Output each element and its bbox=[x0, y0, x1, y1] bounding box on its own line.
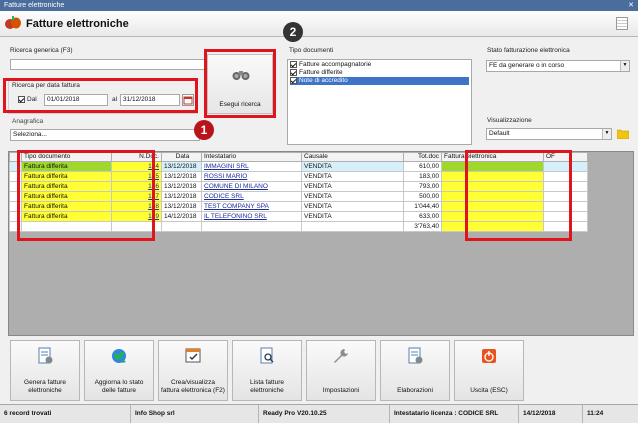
status-filter-select[interactable]: FE da generare o in corso ▼ bbox=[486, 60, 630, 72]
annotation-badge-2: 2 bbox=[283, 22, 303, 42]
doc-type-item[interactable]: Fatture accompagnatorie bbox=[290, 61, 469, 69]
view-label: Visualizzazione bbox=[487, 117, 532, 124]
cell-grand-total: 3'763,40 bbox=[403, 221, 442, 232]
cell-totale-documento: 500,00 bbox=[403, 191, 442, 202]
cell-totale-documento: 183,00 bbox=[403, 171, 442, 182]
cell-data: 14/12/2018 bbox=[161, 211, 202, 222]
window-titlebar: Fatture elettroniche ✕ bbox=[0, 0, 638, 11]
document-gear-icon bbox=[408, 347, 423, 364]
status-license: Intestatario licenza : CODICE SRL bbox=[389, 405, 498, 423]
window-title: Fatture elettroniche bbox=[4, 2, 65, 9]
cell-data: 13/12/2018 bbox=[161, 181, 202, 192]
cell-causale: VENDITA bbox=[301, 161, 404, 172]
status-company: Info Shop srl bbox=[130, 405, 175, 423]
wrench-icon bbox=[334, 349, 348, 363]
annotation-box-search-button bbox=[204, 49, 276, 118]
doc-type-item-selected[interactable]: Note di accredito bbox=[290, 77, 469, 85]
cell-causale: VENDITA bbox=[301, 211, 404, 222]
anagrafica-select[interactable]: Seleziona... bbox=[10, 129, 200, 141]
status-filter-value: FE da generare o in corso bbox=[489, 62, 565, 69]
toolbar-label: Impostazioni bbox=[322, 386, 360, 394]
chevron-down-icon[interactable]: ▼ bbox=[620, 61, 629, 71]
toolbar-label: Uscita (ESC) bbox=[470, 386, 508, 394]
doc-type-label: Fatture accompagnatorie bbox=[299, 61, 372, 69]
doc-type-label: Fatture differite bbox=[299, 69, 343, 77]
invoice-list-button[interactable]: Lista fatture elettroniche bbox=[232, 340, 302, 401]
cell-causale: VENDITA bbox=[301, 181, 404, 192]
view-value: Default bbox=[489, 130, 510, 137]
power-icon bbox=[482, 349, 496, 363]
cell-causale: VENDITA bbox=[301, 191, 404, 202]
col-totale-documento[interactable]: Tot.doc bbox=[403, 152, 442, 162]
generate-invoices-button[interactable]: Genera fatture elettroniche bbox=[10, 340, 80, 401]
annotation-box-date-search bbox=[3, 78, 198, 113]
cell-totale-documento: 1'044,40 bbox=[403, 201, 442, 212]
checkbox-checked-icon[interactable] bbox=[290, 77, 297, 84]
cell-totale-documento: 610,00 bbox=[403, 161, 442, 172]
cell-data: 13/12/2018 bbox=[161, 201, 202, 212]
status-date: 14/12/2018 bbox=[518, 405, 556, 423]
close-icon[interactable]: ✕ bbox=[624, 0, 638, 11]
doc-types-label: Tipo documenti bbox=[289, 47, 334, 54]
status-records: 6 record trovati bbox=[4, 410, 52, 417]
document-search-icon bbox=[260, 347, 274, 364]
toolbar-label: Elaborazioni bbox=[397, 386, 433, 394]
cell-intestatario: IL TELEFONINO SRL bbox=[201, 211, 302, 222]
list-view-icon[interactable] bbox=[616, 17, 628, 30]
cell-empty bbox=[201, 221, 302, 232]
create-view-invoice-button[interactable]: Crea/visualizza fattura elettronica (F2) bbox=[158, 340, 228, 401]
col-data[interactable]: Data bbox=[161, 152, 202, 162]
folder-icon[interactable] bbox=[617, 128, 629, 139]
app-logo-icon bbox=[5, 16, 21, 29]
update-status-button[interactable]: Aggiorna lo stato delle fatture bbox=[84, 340, 154, 401]
bottom-toolbar: Genera fatture elettroniche Aggiorna lo … bbox=[8, 337, 634, 403]
cell-causale: VENDITA bbox=[301, 201, 404, 212]
status-filter-label: Stato fatturazione elettronica bbox=[487, 47, 570, 54]
toolbar-label: Genera fatture elettroniche bbox=[24, 379, 66, 394]
page-header: Fatture elettroniche bbox=[0, 11, 638, 37]
cell-intestatario: COMUNE DI MILANO bbox=[201, 181, 302, 192]
cell-data: 13/12/2018 bbox=[161, 161, 202, 172]
anagrafica-label: Anagrafica bbox=[12, 118, 44, 125]
checkbox-checked-icon[interactable] bbox=[290, 69, 297, 76]
cell-intestatario: TEST COMPANY SPA bbox=[201, 201, 302, 212]
doc-type-label: Note di accredito bbox=[299, 77, 348, 85]
cell-causale: VENDITA bbox=[301, 171, 404, 182]
status-time: 11:24 bbox=[582, 405, 603, 423]
doc-type-item[interactable]: Fatture differite bbox=[290, 69, 469, 77]
document-gear-icon bbox=[38, 347, 53, 364]
doc-types-list[interactable]: Fatture accompagnatorie Fatture differit… bbox=[287, 59, 472, 145]
globe-refresh-icon bbox=[112, 349, 126, 363]
view-select[interactable]: Default ▼ bbox=[486, 128, 612, 140]
status-bar: 6 record trovati Info Shop srl Ready Pro… bbox=[0, 404, 638, 423]
calendar-document-icon bbox=[185, 348, 201, 363]
toolbar-label: Lista fatture elettroniche bbox=[250, 379, 284, 394]
page-title: Fatture elettroniche bbox=[26, 18, 129, 30]
cell-intestatario: CODICE SRL bbox=[201, 191, 302, 202]
cell-empty bbox=[161, 221, 202, 232]
cell-empty bbox=[301, 221, 404, 232]
annotation-box-doc-columns bbox=[17, 150, 155, 241]
checkbox-checked-icon[interactable] bbox=[290, 61, 297, 68]
processing-button[interactable]: Elaborazioni bbox=[380, 340, 450, 401]
generic-search-label: Ricerca generica (F3) bbox=[10, 47, 73, 54]
toolbar-label: Aggiorna lo stato delle fatture bbox=[94, 379, 144, 394]
cell-totale-documento: 633,00 bbox=[403, 211, 442, 222]
exit-button[interactable]: Uscita (ESC) bbox=[454, 340, 524, 401]
cell-totale-documento: 793,00 bbox=[403, 181, 442, 192]
status-version: Ready Pro V20.10.25 bbox=[258, 405, 327, 423]
settings-button[interactable]: Impostazioni bbox=[306, 340, 376, 401]
cell-data: 13/12/2018 bbox=[161, 171, 202, 182]
cell-intestatario: IMMAGINI SRL bbox=[201, 161, 302, 172]
col-intestatario[interactable]: Intestatario bbox=[201, 152, 302, 162]
annotation-badge-1: 1 bbox=[194, 120, 214, 140]
cell-data: 13/12/2018 bbox=[161, 191, 202, 202]
chevron-down-icon[interactable]: ▼ bbox=[602, 129, 611, 139]
col-causale[interactable]: Causale bbox=[301, 152, 404, 162]
cell-intestatario: ROSSI MARIO bbox=[201, 171, 302, 182]
toolbar-label: Crea/visualizza fattura elettronica (F2) bbox=[161, 379, 225, 394]
annotation-box-fe-column bbox=[465, 150, 572, 241]
